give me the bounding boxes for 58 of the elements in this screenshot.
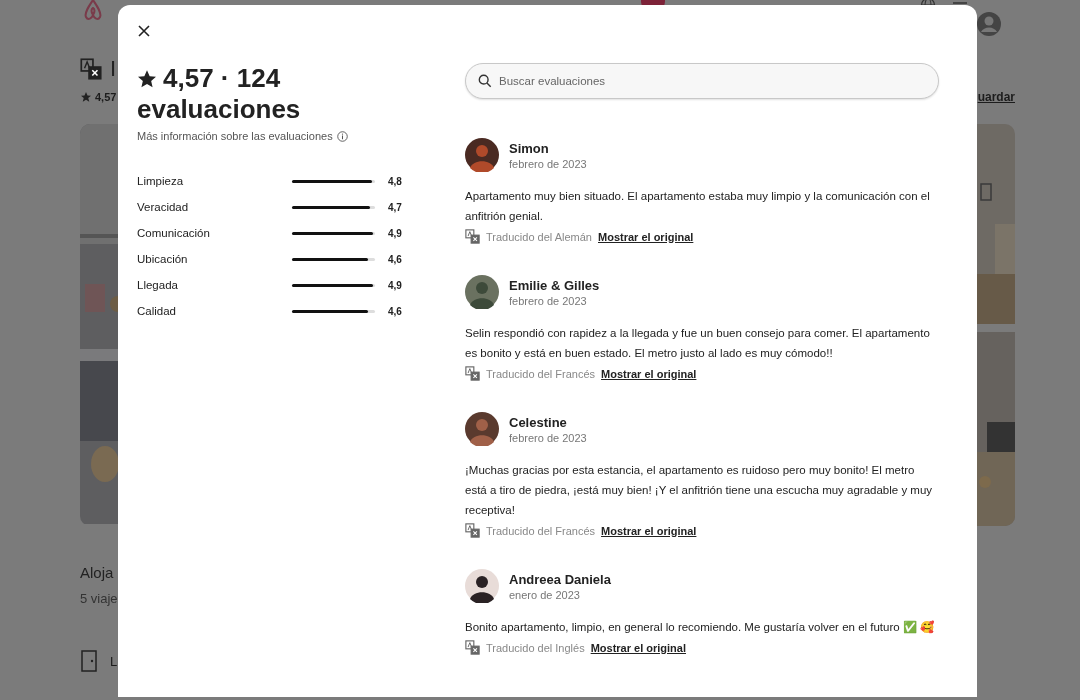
review-text: Selin respondió con rapidez a la llegada y fue un buen consejo para comer. El apartamento es bonito y está en buen estado. El metro justo al lado es muy cómodo!! xyxy=(465,326,931,361)
search-field[interactable]: Buscar evaluaciones xyxy=(465,63,939,99)
section-subtitle: 5 viaje xyxy=(80,591,118,606)
category-score: 4,7 xyxy=(388,201,402,213)
translation-note: Traducido del Inglés xyxy=(486,641,585,654)
reviewer-name: Celestine xyxy=(509,414,568,430)
category-label: Veracidad xyxy=(137,201,190,213)
avatar-icon xyxy=(465,275,499,309)
category-score: 4,9 xyxy=(388,227,402,239)
category-label: Comunicación xyxy=(137,227,211,239)
section-title: Aloja xyxy=(80,564,114,581)
category-score: 4,8 xyxy=(388,175,402,187)
translate-icon xyxy=(465,523,480,538)
show-original-link[interactable]: Mostrar el original xyxy=(601,367,697,380)
avatar-icon xyxy=(465,412,499,446)
avatar-icon xyxy=(465,569,499,603)
translate-icon xyxy=(465,640,480,655)
save-link[interactable]: uardar xyxy=(977,90,1015,104)
review-text: ¡Muchas gracias por esta estancia, el apartamento es ruidoso pero muy bonito! El metro está a tiro de piedra, ¡está muy bien! ¡Y el anfitrión tiene una escucha muy agradable y muy receptiva! xyxy=(465,463,934,518)
amenity-label: L xyxy=(110,653,118,669)
rating-summary: 4,57 · 124 xyxy=(163,63,281,94)
review-date: febrero de 2023 xyxy=(509,157,587,170)
info-icon[interactable] xyxy=(336,130,348,142)
show-original-link[interactable]: Mostrar el original xyxy=(590,641,686,654)
category-label: Calidad xyxy=(137,305,177,317)
translation-note: Traducido del Alemán xyxy=(486,230,592,243)
review-text: Bonito apartamento, limpio, en general lo recomiendo. Me gustaría volver en el futuro ✅ 🥰 xyxy=(465,619,936,636)
star-icon xyxy=(80,91,92,103)
category-label: Ubicación xyxy=(137,253,189,265)
close-button[interactable] xyxy=(136,23,152,39)
review-text: Apartamento muy bien situado. El apartamento estaba muy limpio y la comunicación con el anfitrión genial. xyxy=(465,189,931,224)
reviewer-name: Emilie & Gilles xyxy=(509,277,600,293)
category-score: 4,6 xyxy=(388,305,402,317)
category-score: 4,9 xyxy=(388,279,402,291)
reviewer-name: Andreea Daniela xyxy=(509,571,611,587)
avatar-icon xyxy=(465,138,499,172)
review-date: febrero de 2023 xyxy=(509,294,588,307)
reviewer-name: Simon xyxy=(509,140,550,156)
close-icon xyxy=(138,25,150,37)
show-original-link[interactable]: Mostrar el original xyxy=(598,230,694,243)
rating-value: 4,57 xyxy=(95,91,117,103)
translation-note: Traducido del Francés xyxy=(486,367,596,380)
review-date: febrero de 2023 xyxy=(509,431,587,444)
translate-icon xyxy=(465,366,480,381)
category-label: Llegada xyxy=(137,279,179,291)
category-score: 4,6 xyxy=(388,253,402,265)
translate-icon xyxy=(465,229,480,244)
review-date: enero de 2023 xyxy=(509,588,581,601)
star-icon xyxy=(137,68,157,89)
show-original-link[interactable]: Mostrar el original xyxy=(601,524,697,537)
translate-icon xyxy=(80,58,102,80)
info-link[interactable]: Más información sobre las evaluaciones xyxy=(137,130,333,142)
category-label: Limpieza xyxy=(137,175,185,187)
reviews-heading: evaluaciones xyxy=(137,94,302,125)
listing-title: I xyxy=(110,56,117,82)
door-icon xyxy=(80,650,98,672)
translation-note: Traducido del Francés xyxy=(486,524,596,537)
avatar-icon[interactable] xyxy=(976,11,1002,37)
